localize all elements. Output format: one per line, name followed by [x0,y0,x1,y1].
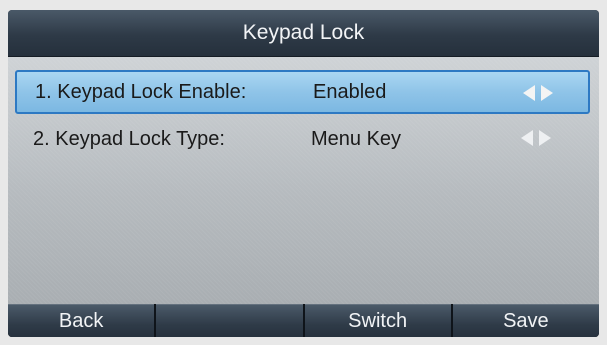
left-arrow-icon[interactable] [523,85,535,101]
screen-title: Keypad Lock [8,10,599,57]
switch-button[interactable]: Switch [304,304,451,337]
value-switcher[interactable] [523,85,553,101]
value-switcher[interactable] [521,130,551,146]
setting-row-keypad-lock-enable[interactable]: 1. Keypad Lock Enable: Enabled [15,70,590,114]
right-arrow-icon[interactable] [541,85,553,101]
setting-row-keypad-lock-type[interactable]: 2. Keypad Lock Type: Menu Key [15,117,590,161]
phone-screen: Keypad Lock 1. Keypad Lock Enable: Enabl… [8,10,599,337]
right-arrow-icon[interactable] [539,130,551,146]
back-button[interactable]: Back [8,304,155,337]
setting-label: 2. Keypad Lock Type: [33,127,225,150]
setting-label: 1. Keypad Lock Enable: [35,80,247,103]
setting-value[interactable]: Menu Key [311,128,401,151]
save-button[interactable]: Save [452,304,599,337]
setting-value[interactable]: Enabled [313,81,386,104]
softkey-bar: Back Switch Save [8,304,599,337]
empty-softkey[interactable] [156,304,303,337]
settings-list: 1. Keypad Lock Enable: Enabled 2. Keypad… [8,57,599,304]
left-arrow-icon[interactable] [521,130,533,146]
